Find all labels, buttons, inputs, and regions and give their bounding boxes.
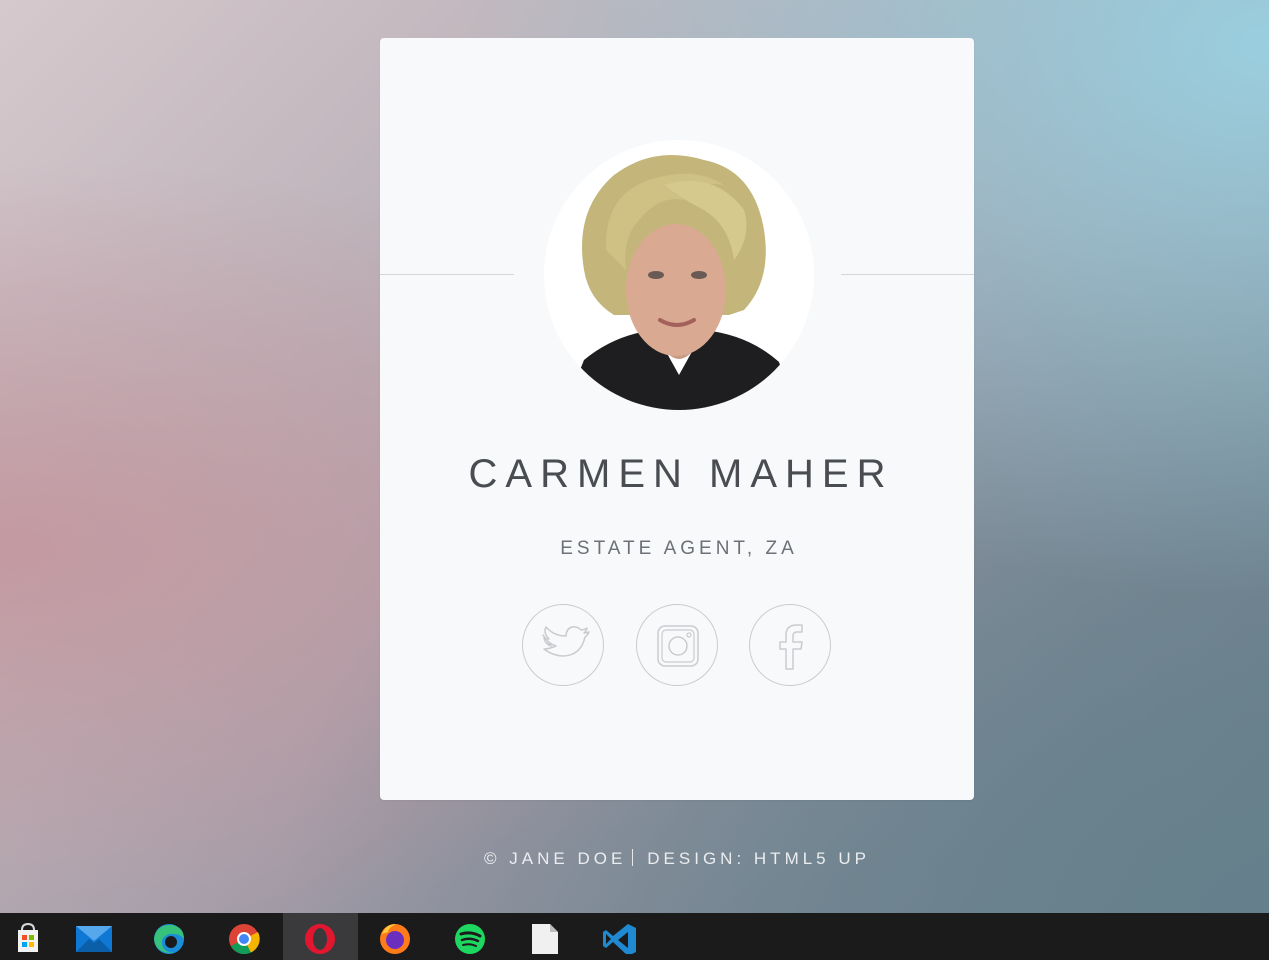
avatar [544, 140, 814, 410]
divider-right [841, 274, 974, 275]
footer-design-credit[interactable]: DESIGN: HTML5 UP [647, 849, 870, 868]
vscode-icon [603, 924, 636, 954]
footer-copyright: © JANE DOE [484, 849, 627, 868]
twitter-link[interactable] [522, 604, 604, 686]
divider-left [380, 274, 514, 275]
taskbar-file[interactable] [508, 913, 583, 960]
avatar-photo [544, 140, 814, 410]
footer-separator [632, 849, 634, 866]
firefox-icon [380, 924, 410, 954]
store-icon [18, 922, 38, 952]
profile-name: CARMEN MAHER [468, 452, 894, 496]
chrome-icon [229, 924, 260, 954]
taskbar-firefox[interactable] [358, 913, 433, 960]
spotify-icon [455, 924, 485, 954]
profile-role: ESTATE AGENT, ZA [560, 538, 798, 559]
instagram-link[interactable] [636, 604, 718, 686]
taskbar [0, 913, 1269, 960]
taskbar-opera[interactable] [283, 913, 358, 960]
file-icon [532, 924, 558, 954]
taskbar-spotify[interactable] [433, 913, 508, 960]
twitter-icon [542, 626, 590, 657]
taskbar-edge[interactable] [132, 913, 207, 960]
taskbar-mail[interactable] [57, 913, 132, 960]
facebook-link[interactable] [749, 604, 831, 686]
opera-icon [305, 924, 335, 954]
footer: © JANE DOE DESIGN: HTML5 UP [380, 849, 974, 869]
facebook-icon [779, 624, 803, 670]
taskbar-chrome[interactable] [207, 913, 282, 960]
instagram-icon [657, 625, 699, 667]
mail-icon [76, 926, 112, 952]
profile-card: CARMEN MAHER ESTATE AGENT, ZA [380, 38, 974, 800]
page-background: CARMEN MAHER ESTATE AGENT, ZA © JANE DOE… [0, 0, 1269, 913]
taskbar-vscode[interactable] [583, 913, 658, 960]
taskbar-store[interactable] [0, 913, 57, 960]
edge-icon [154, 924, 184, 954]
